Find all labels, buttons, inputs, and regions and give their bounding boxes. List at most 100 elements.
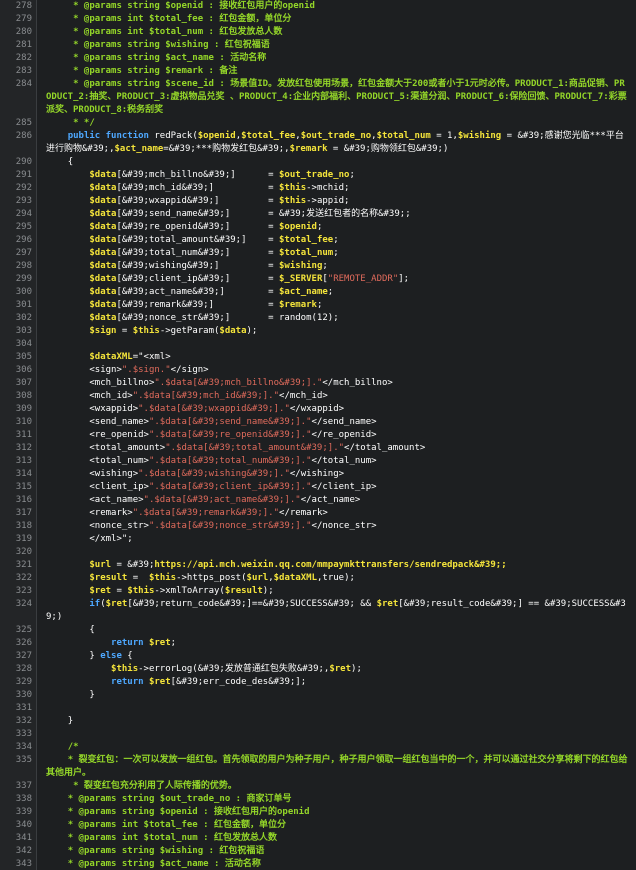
- code-token: * @params string $openid : 接收红包用户的openid: [46, 807, 310, 817]
- code-text: <sign>".$sign."</sign>: [46, 364, 636, 377]
- line-number: 323: [15, 586, 32, 596]
- code-token: * @params int $total_num : 红包发放总人数: [46, 833, 277, 843]
- code-token: if: [46, 599, 101, 609]
- code-line: 291 $data[&#39;mch_billno&#39;] = $out_t…: [0, 169, 636, 182]
- code-token: ;: [333, 248, 339, 258]
- code-text: $data[&#39;act_name&#39;] = $act_name;: [46, 286, 636, 299]
- code-line: 322 $result = $this->https_post($url,$da…: [0, 572, 636, 585]
- code-token: <wishing>: [46, 469, 139, 479]
- line-number: 343: [15, 859, 32, 869]
- code-line: 326 return $ret;: [0, 637, 636, 650]
- code-token: $url: [46, 560, 112, 570]
- code-token: ];: [398, 274, 410, 284]
- code-line: 311 <re_openid>".$data[&#39;re_openid&#3…: [0, 429, 636, 442]
- code-token: ".$data[&#39;wxappid&#39;].": [138, 404, 290, 414]
- code-text: $dataXML="<xml>: [46, 351, 636, 364]
- code-token: $remark: [279, 300, 317, 310]
- code-text: [46, 338, 636, 351]
- line-number: 322: [15, 573, 32, 583]
- code-text: /*: [46, 741, 636, 754]
- line-number: 295: [15, 222, 32, 232]
- code-token: ="<xml>: [132, 352, 171, 362]
- code-token: $data: [219, 326, 247, 336]
- line-number: 341: [15, 833, 32, 843]
- code-token: <client_ip>: [46, 482, 149, 492]
- code-token: <mch_id>: [46, 391, 133, 401]
- code-line: 290 {: [0, 156, 636, 169]
- code-token: return: [46, 638, 149, 648]
- code-editor[interactable]: 278 * @params string $openid : 接收红包用户的op…: [0, 0, 636, 870]
- code-line: 279 * @params int $total_fee : 红包金额，单位分: [0, 13, 636, 26]
- code-text: * @params int $total_fee : 红包金额，单位分: [46, 819, 636, 832]
- code-line: 292 $data[&#39;mch_id&#39;] = $this->mch…: [0, 182, 636, 195]
- code-token: </re_openid>: [311, 430, 377, 440]
- code-token: [&#39;send_name&#39;] = &#39;发送红包者的名称&#3…: [116, 209, 411, 219]
- code-token: </client_ip>: [311, 482, 377, 492]
- code-text: $data[&#39;wxappid&#39;] = $this->appid;: [46, 195, 636, 208]
- code-token: );: [351, 664, 362, 674]
- code-token: [&#39;act_name&#39;] =: [116, 287, 280, 297]
- code-token: [&#39;remark&#39;] =: [116, 300, 280, 310]
- code-token: =: [116, 326, 133, 336]
- code-token: }: [46, 651, 101, 661]
- code-token: $this: [46, 664, 139, 674]
- code-token: ".$data[&#39;remark&#39;].": [132, 508, 280, 518]
- line-number: 329: [15, 677, 32, 687]
- line-number: 309: [15, 404, 32, 414]
- line-number: 317: [15, 508, 32, 518]
- code-token: $data: [46, 274, 117, 284]
- code-token: ".$data[&#39;total_num&#39;].": [148, 456, 312, 466]
- code-token: ".$data[&#39;re_openid&#39;].": [148, 430, 312, 440]
- line-number: 338: [15, 794, 32, 804]
- code-line: 304: [0, 338, 636, 351]
- code-text: * @params string $openid : 接收红包用户的openid: [46, 0, 636, 13]
- code-token: ->getParam(: [159, 326, 220, 336]
- code-token: </xml>";: [46, 534, 133, 544]
- code-token: </nonce_str>: [311, 521, 377, 531]
- code-text: $url = &#39;https://api.mch.weixin.qq.co…: [46, 559, 636, 572]
- code-token: ->https_post(: [176, 573, 247, 583]
- line-number: 293: [15, 196, 32, 206]
- line-number: 327: [15, 651, 32, 661]
- code-line: 337 * 裂变红包充分利用了人际传播的优势。: [0, 780, 636, 793]
- line-number: 312: [15, 443, 32, 453]
- code-token: ;: [327, 287, 334, 297]
- code-token: </wxappid>: [289, 404, 345, 414]
- code-token: "REMOTE_ADDR": [327, 274, 399, 284]
- code-token: <send_name>: [46, 417, 149, 427]
- code-token: ,true);: [317, 573, 355, 583]
- code-text: $data[&#39;wishing&#39;] = $wishing;: [46, 260, 636, 273]
- code-token: [&#39;nonce_str&#39;] = random(12);: [116, 313, 339, 323]
- code-token: </total_num>: [311, 456, 377, 466]
- code-token: <act_name>: [46, 495, 144, 505]
- code-text: $ret = $this->xmlToArray($result);: [46, 585, 636, 598]
- code-text: * */: [46, 117, 636, 130]
- code-line: 284 * @params string $scene_id : 场景值ID。发…: [0, 78, 636, 117]
- code-token: ".$data[&#39;total_amount&#39;].": [165, 443, 345, 453]
- code-text: $data[&#39;send_name&#39;] = &#39;发送红包者的…: [46, 208, 636, 221]
- code-token: </mch_id>: [279, 391, 328, 401]
- code-token: $data: [46, 235, 117, 245]
- code-token: $sign: [46, 326, 117, 336]
- code-token: <nonce_str>: [46, 521, 149, 531]
- code-text: $result = $this->https_post($url,$dataXM…: [46, 572, 636, 585]
- code-token: $total_num: [376, 131, 431, 141]
- code-text: <mch_id>".$data[&#39;mch_id&#39;]."</mch…: [46, 390, 636, 403]
- code-token: $out_trade_no: [279, 170, 350, 180]
- line-number: 298: [15, 261, 32, 271]
- line-number: 306: [15, 365, 32, 375]
- code-token: $data: [46, 209, 117, 219]
- code-token: $data: [46, 287, 117, 297]
- line-number: 300: [15, 287, 32, 297]
- line-number: 292: [15, 183, 32, 193]
- code-text: $this->errorLog(&#39;发放普通红包失败&#39;,$ret)…: [46, 663, 636, 676]
- code-token: <sign>: [46, 365, 122, 375]
- code-token: {: [121, 651, 133, 661]
- code-token: =&#39;***购物发红包&#39;,: [163, 144, 290, 154]
- code-token: ->mchid;: [306, 183, 350, 193]
- code-line: 301 $data[&#39;remark&#39;] = $remark;: [0, 299, 636, 312]
- line-number: 307: [15, 378, 32, 388]
- line-number: 324: [15, 599, 32, 609]
- code-text: * @params int $total_fee : 红包金额，单位分: [46, 13, 636, 26]
